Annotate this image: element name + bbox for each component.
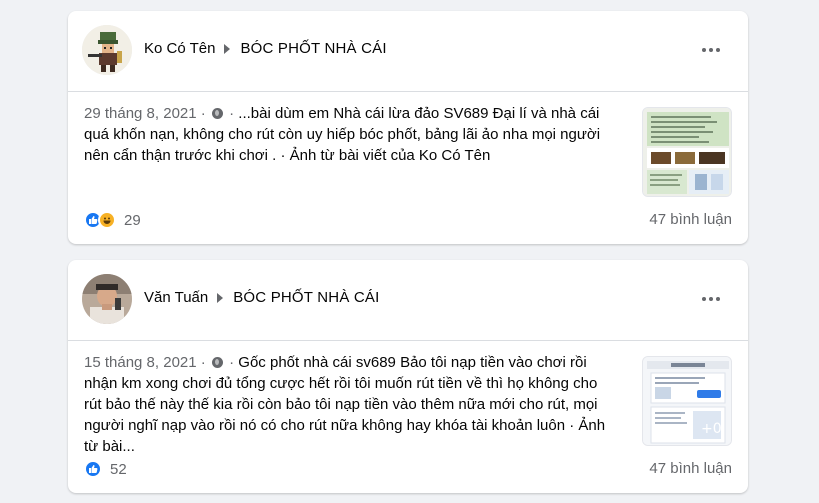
group-name[interactable]: BÓC PHỐT NHÀ CÁI <box>240 40 386 57</box>
post-footer: 52 47 bình luận <box>84 458 732 482</box>
more-options-icon[interactable] <box>696 288 726 310</box>
svg-text:+0: +0 <box>701 421 722 437</box>
group-name[interactable]: BÓC PHỐT NHÀ CÁI <box>233 289 379 306</box>
comments-link[interactable]: 47 bình luận <box>649 460 732 477</box>
divider <box>68 340 748 341</box>
avatar[interactable] <box>82 25 132 75</box>
globe-icon <box>211 108 223 119</box>
post-text[interactable]: 29 tháng 8, 2021 · · ...bài dùm em Nhà c… <box>84 103 614 166</box>
post-card: Ko Có Tên BÓC PHỐT NHÀ CÁI 29 tháng 8, 2… <box>68 11 748 244</box>
reaction-count: 29 <box>124 211 141 229</box>
like-icon <box>84 460 102 478</box>
post-text[interactable]: 15 tháng 8, 2021 · · Gốc phốt nhà cái sv… <box>84 352 614 457</box>
post-footer: 29 47 bình luận <box>84 209 732 233</box>
post-date[interactable]: 29 tháng 8, 2021 <box>84 105 197 122</box>
post-header: Văn Tuấn BÓC PHỐT NHÀ CÁI <box>68 260 748 340</box>
more-options-icon[interactable] <box>696 39 726 61</box>
caret-right-icon <box>217 292 224 303</box>
post-header: Ko Có Tên BÓC PHỐT NHÀ CÁI <box>68 11 748 91</box>
author-name[interactable]: Ko Có Tên <box>144 40 215 57</box>
separator: · <box>200 105 206 122</box>
author-name[interactable]: Văn Tuấn <box>144 289 208 306</box>
separator: · <box>229 105 235 122</box>
separator: · <box>200 354 206 371</box>
post-thumbnail[interactable] <box>642 107 732 197</box>
reactions[interactable]: 29 <box>84 211 141 229</box>
globe-icon <box>211 357 223 368</box>
post-thumbnail[interactable]: +0 <box>642 356 732 446</box>
caret-right-icon <box>224 43 231 54</box>
haha-icon <box>98 211 116 229</box>
post-card: Văn Tuấn BÓC PHỐT NHÀ CÁI 15 tháng 8, 20… <box>68 260 748 493</box>
separator: · <box>229 354 235 371</box>
divider <box>68 91 748 92</box>
post-date[interactable]: 15 tháng 8, 2021 <box>84 354 197 371</box>
reaction-count: 52 <box>110 460 127 478</box>
comments-link[interactable]: 47 bình luận <box>649 211 732 228</box>
avatar[interactable] <box>82 274 132 324</box>
reactions[interactable]: 52 <box>84 460 127 478</box>
